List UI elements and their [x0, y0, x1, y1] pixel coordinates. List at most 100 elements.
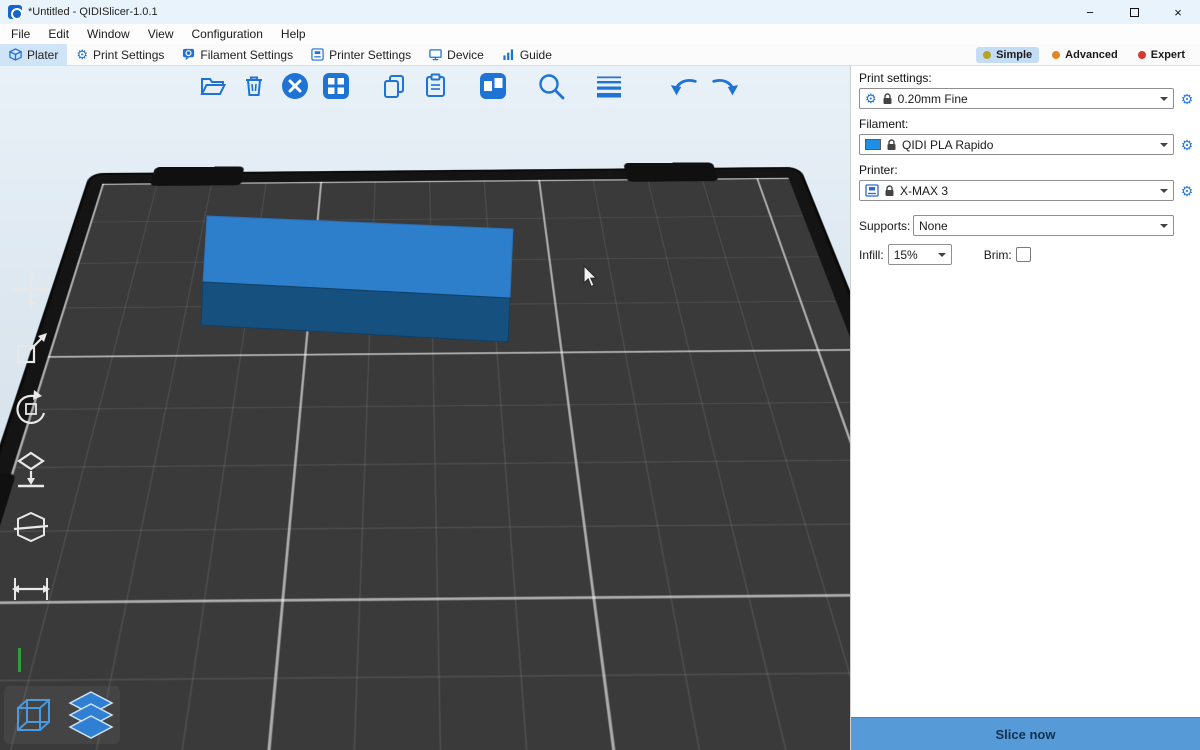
brim-label: Brim: [984, 248, 1012, 262]
arrange-button[interactable] [321, 71, 351, 101]
folder-open-icon [199, 72, 227, 100]
editor-view-button[interactable] [6, 688, 60, 742]
lock-icon [882, 93, 893, 105]
search-button[interactable] [536, 71, 566, 101]
place-on-face-tool-button[interactable] [8, 446, 54, 492]
dropdown-chevron-icon [1160, 189, 1168, 197]
copy-button[interactable] [379, 71, 409, 101]
delete-button[interactable] [239, 71, 269, 101]
lock-icon [886, 139, 897, 151]
print-settings-edit-button[interactable]: ⚙ [1181, 92, 1194, 106]
cut-tool-button[interactable] [8, 506, 54, 552]
preview-button[interactable] [64, 688, 118, 742]
view-toggle-bar [4, 686, 120, 744]
guide-icon [502, 48, 515, 61]
plater-icon [9, 48, 22, 61]
minimize-button[interactable]: − [1068, 0, 1112, 24]
printer-combo[interactable]: X-MAX 3 [859, 180, 1174, 201]
delete-all-button[interactable] [280, 71, 310, 101]
scale-tool-button[interactable] [8, 326, 54, 372]
variable-layer-height-button[interactable] [594, 71, 624, 101]
split-to-objects-button[interactable] [478, 71, 508, 101]
mode-expert[interactable]: Expert [1131, 47, 1192, 63]
delete-all-icon [280, 71, 310, 101]
dropdown-chevron-icon [1160, 224, 1168, 232]
move-icon [11, 269, 51, 309]
undo-button[interactable] [669, 71, 699, 101]
arrange-icon [321, 71, 351, 101]
tab-guide[interactable]: Guide [493, 44, 561, 65]
tab-plater[interactable]: Plater [0, 44, 67, 65]
printer-edit-button[interactable]: ⚙ [1181, 184, 1194, 198]
maximize-button[interactable] [1112, 0, 1156, 24]
dropdown-chevron-icon [1160, 143, 1168, 151]
tab-guide-label: Guide [520, 48, 552, 62]
bed-origin-axis [18, 648, 21, 672]
filament-combo[interactable]: QIDI PLA Rapido [859, 134, 1174, 155]
tab-plater-label: Plater [27, 48, 58, 62]
simple-mode-dot-icon [983, 51, 991, 59]
mode-advanced[interactable]: Advanced [1045, 47, 1125, 63]
supports-combo[interactable]: None [913, 215, 1174, 236]
menu-view[interactable]: View [139, 25, 183, 43]
close-button[interactable]: × [1156, 0, 1200, 24]
maximize-icon [1130, 8, 1139, 17]
place-on-face-icon [11, 449, 51, 489]
title-bar: *Untitled - QIDISlicer-1.0.1 − × [0, 0, 1200, 24]
menu-bar: File Edit Window View Configuration Help [0, 24, 1200, 44]
settings-sidebar: Print settings: ⚙ 0.20mm Fine ⚙ Filament… [850, 66, 1200, 750]
menu-file[interactable]: File [2, 25, 39, 43]
move-tool-button[interactable] [8, 266, 54, 312]
search-icon [536, 71, 566, 101]
print-bed [0, 169, 850, 750]
menu-help[interactable]: Help [272, 25, 315, 43]
mode-simple[interactable]: Simple [976, 47, 1039, 63]
mode-expert-label: Expert [1151, 49, 1185, 61]
app-logo-icon [8, 5, 22, 19]
split-objects-icon [478, 71, 508, 101]
tab-printer-settings[interactable]: Printer Settings [302, 44, 420, 65]
tab-printer-settings-label: Printer Settings [329, 48, 411, 62]
print-settings-combo[interactable]: ⚙ 0.20mm Fine [859, 88, 1174, 109]
device-icon [429, 48, 442, 61]
lock-icon [884, 185, 895, 197]
rotate-tool-button[interactable] [8, 386, 54, 432]
filament-edit-button[interactable]: ⚙ [1181, 138, 1194, 152]
scale-icon [11, 329, 51, 369]
slice-now-button[interactable]: Slice now [851, 717, 1200, 750]
brim-checkbox[interactable] [1016, 247, 1031, 262]
dropdown-chevron-icon [938, 253, 946, 261]
menu-window[interactable]: Window [78, 25, 139, 43]
tab-device[interactable]: Device [420, 44, 493, 65]
undo-icon [669, 70, 699, 102]
dropdown-chevron-icon [1160, 97, 1168, 105]
cut-icon [11, 509, 51, 549]
filament-color-swatch [865, 139, 881, 150]
3d-viewport[interactable] [0, 66, 850, 750]
bed-clip [150, 166, 244, 186]
paste-button[interactable] [420, 71, 450, 101]
menu-edit[interactable]: Edit [39, 25, 78, 43]
measure-tool-button[interactable] [8, 566, 54, 612]
trash-icon [241, 73, 267, 99]
tab-filament-settings[interactable]: Filament Settings [173, 44, 302, 65]
infill-label: Infill: [859, 248, 884, 262]
filament-value: QIDI PLA Rapido [902, 138, 993, 152]
redo-button[interactable] [710, 71, 740, 101]
3d-editor-view-icon [10, 692, 56, 738]
open-project-button[interactable] [198, 71, 228, 101]
copy-icon [381, 73, 407, 99]
menu-configuration[interactable]: Configuration [183, 25, 272, 43]
filament-label: Filament: [859, 117, 1192, 131]
infill-combo[interactable]: 15% [888, 244, 952, 265]
printer-label: Printer: [859, 163, 1192, 177]
advanced-mode-dot-icon [1052, 51, 1060, 59]
bed-clip [623, 162, 718, 181]
rotate-icon [11, 389, 51, 429]
window-title: *Untitled - QIDISlicer-1.0.1 [28, 6, 158, 18]
tab-print-settings[interactable]: ⚙ Print Settings [67, 44, 173, 65]
measure-icon [11, 576, 51, 602]
printer-settings-icon [311, 48, 324, 61]
plater-toolbar [198, 71, 740, 101]
expert-mode-dot-icon [1138, 51, 1146, 59]
